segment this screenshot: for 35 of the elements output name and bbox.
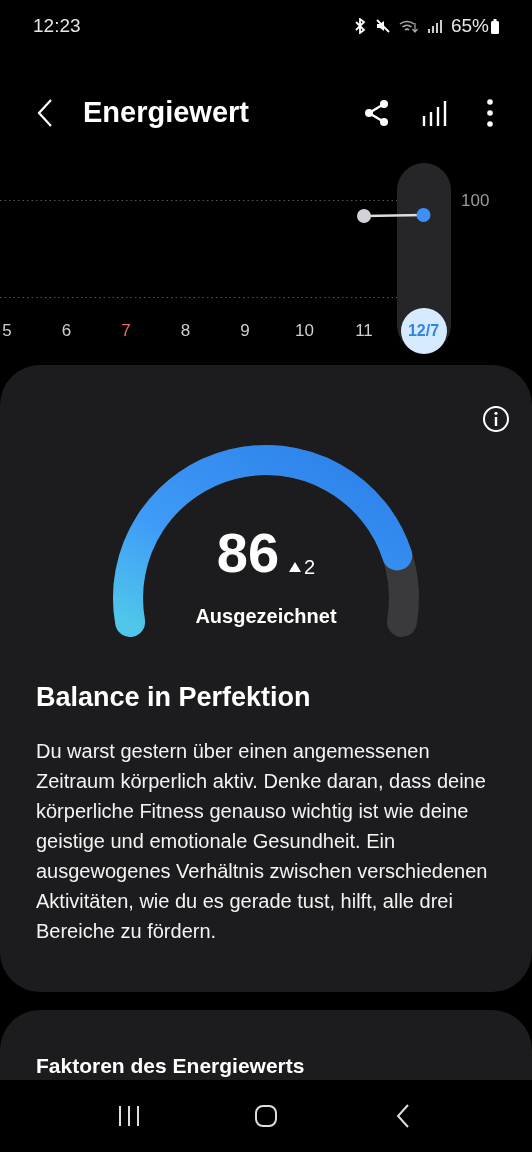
day-label[interactable]: 9: [225, 318, 265, 344]
day-label[interactable]: 7: [106, 318, 146, 344]
score-change: 2: [304, 557, 316, 577]
muted-speaker-icon: [374, 18, 391, 34]
bluetooth-icon: [352, 18, 367, 34]
day-label[interactable]: 8: [165, 318, 206, 344]
day-label[interactable]: 6: [46, 318, 87, 344]
share-button[interactable]: [364, 99, 390, 127]
score-value: 86: [216, 525, 280, 581]
battery-icon: [491, 18, 499, 34]
day-label[interactable]: 5: [0, 318, 27, 344]
back-icon[interactable]: [396, 1104, 411, 1128]
summary-text: Du warst gestern über einen angemessenen Zeitraum körperlich aktiv. Denke daran, dass deine körperliche Fitness genauso wichtig ist wie deine geistige und emotionale Gesundheit. Ein ausgewogenes Verhältnis zwischen verschiedenen Aktivitäten, wie du es gerade tust, hilft, alle drei Bereiche zu fördern.: [36, 738, 489, 944]
signal-icon: [426, 19, 443, 33]
axis-max-label: 100: [461, 190, 490, 212]
more-icon: [486, 99, 494, 127]
info-button[interactable]: [482, 405, 510, 433]
factors-title: Faktoren des Energiewerts: [36, 1053, 306, 1079]
share-icon: [364, 99, 390, 127]
day-label[interactable]: 11: [344, 318, 384, 344]
day-label[interactable]: 10: [284, 318, 325, 344]
battery-percent: 65%: [450, 13, 489, 38]
back-icon: [36, 98, 54, 128]
score-rating: Ausgezeichnet: [194, 604, 338, 629]
more-options-button[interactable]: [486, 99, 494, 127]
bar-chart-icon: [422, 98, 448, 128]
page-title: Energiewert: [83, 95, 250, 131]
statistics-button[interactable]: [422, 98, 448, 128]
wifi-icon: [398, 18, 419, 34]
recent-apps-icon[interactable]: [116, 1105, 141, 1127]
up-triangle-icon: [289, 562, 302, 572]
info-icon: [482, 405, 510, 433]
status-time: 12:23: [33, 13, 81, 38]
home-icon[interactable]: [254, 1104, 278, 1128]
summary-title: Balance in Perfektion: [36, 681, 312, 714]
